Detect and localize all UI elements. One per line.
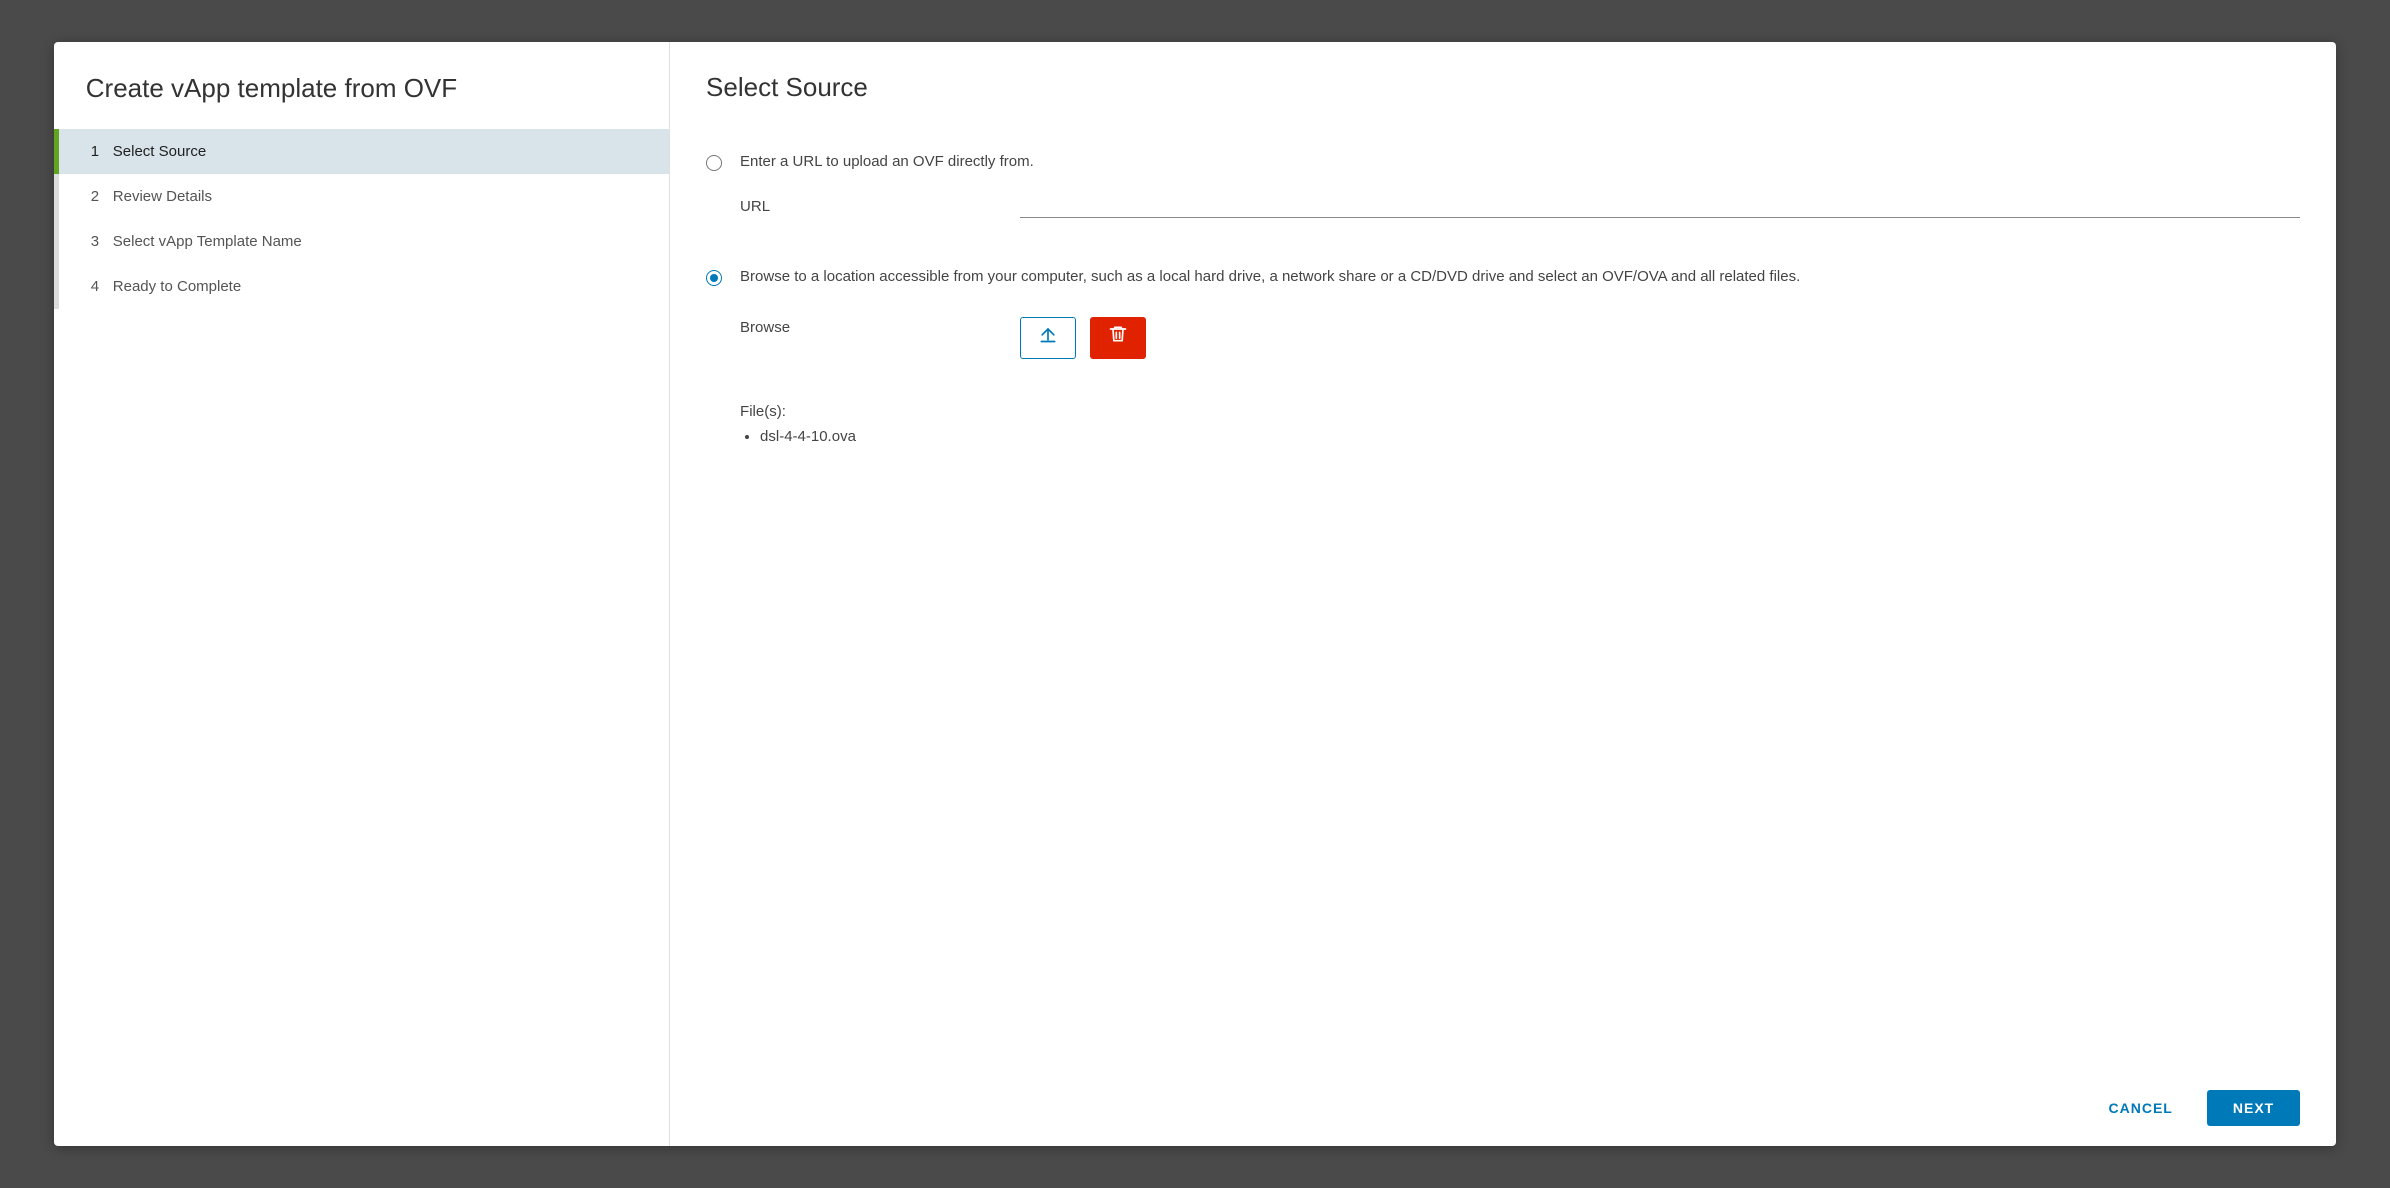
page-heading: Select Source <box>706 72 2300 103</box>
next-button[interactable]: NEXT <box>2207 1090 2300 1126</box>
option-url: Enter a URL to upload an OVF directly fr… <box>706 151 2300 219</box>
browse-label: Browse <box>740 317 1020 340</box>
step-label: Review Details <box>113 188 212 205</box>
radio-url[interactable] <box>706 155 722 171</box>
files-section: File(s): dsl-4-4-10.ova <box>740 403 2300 445</box>
wizard-sidebar: Create vApp template from OVF 1 Select S… <box>54 42 670 1147</box>
wizard-steps: 1 Select Source 2 Review Details 3 Selec… <box>54 129 669 309</box>
file-item: dsl-4-4-10.ova <box>760 428 2300 445</box>
wizard-dialog: Create vApp template from OVF 1 Select S… <box>54 42 2336 1147</box>
option-browse-body: Browse to a location accessible from you… <box>740 266 2300 359</box>
step-number: 2 <box>91 188 113 205</box>
step-label: Select vApp Template Name <box>113 233 302 250</box>
step-label: Ready to Complete <box>113 278 241 295</box>
trash-icon <box>1108 324 1128 352</box>
step-ready-to-complete[interactable]: 4 Ready to Complete <box>54 264 669 309</box>
step-label: Select Source <box>113 143 206 160</box>
option-url-body: Enter a URL to upload an OVF directly fr… <box>740 151 2300 219</box>
option-browse: Browse to a location accessible from you… <box>706 266 2300 359</box>
step-review-details[interactable]: 2 Review Details <box>54 174 669 219</box>
upload-button[interactable] <box>1020 317 1076 359</box>
wizard-content: Select Source Enter a URL to upload an O… <box>670 42 2336 1147</box>
wizard-title: Create vApp template from OVF <box>54 72 669 130</box>
step-select-source[interactable]: 1 Select Source <box>54 129 669 174</box>
files-label: File(s): <box>740 403 2300 420</box>
step-number: 4 <box>91 278 113 295</box>
url-label: URL <box>740 196 1020 219</box>
option-url-description: Enter a URL to upload an OVF directly fr… <box>740 151 2300 174</box>
files-list: dsl-4-4-10.ova <box>740 428 2300 445</box>
upload-icon <box>1038 324 1058 352</box>
delete-button[interactable] <box>1090 317 1146 359</box>
option-browse-description: Browse to a location accessible from you… <box>740 266 2300 289</box>
wizard-footer: CANCEL NEXT <box>706 1074 2300 1126</box>
cancel-button[interactable]: CANCEL <box>2097 1090 2185 1126</box>
step-select-vapp-template-name[interactable]: 3 Select vApp Template Name <box>54 219 669 264</box>
step-number: 1 <box>91 143 113 160</box>
radio-browse[interactable] <box>706 270 722 286</box>
step-number: 3 <box>91 233 113 250</box>
url-input[interactable] <box>1020 193 2300 218</box>
